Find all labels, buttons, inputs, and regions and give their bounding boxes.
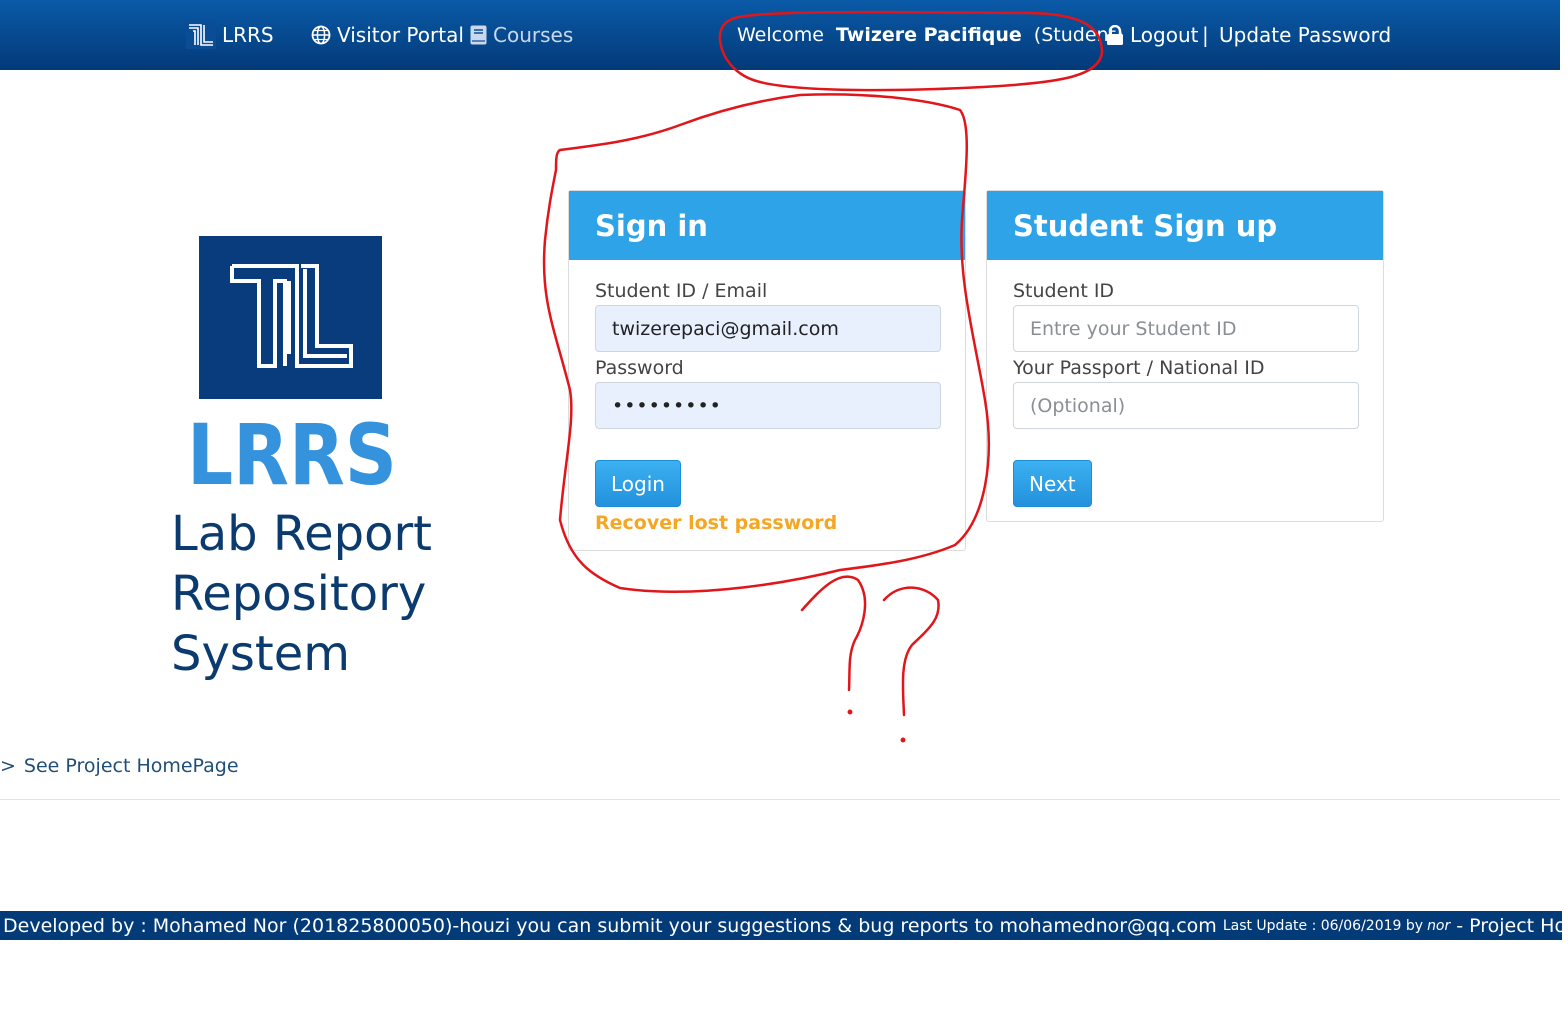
lrrs-monogram-icon	[230, 264, 353, 368]
book-icon	[470, 25, 487, 45]
brand-title-line-1: Lab Report	[171, 506, 432, 562]
recover-password-link[interactable]: Recover lost password	[595, 512, 837, 534]
annotation-question-dot-2	[900, 737, 906, 743]
project-homepage-label: See Project HomePage	[23, 755, 239, 777]
nav-visitor-portal[interactable]: Visitor Portal	[311, 0, 464, 70]
next-button[interactable]: Next	[1013, 460, 1092, 507]
nav-separator: |	[1202, 23, 1209, 47]
signup-passport-input[interactable]	[1013, 382, 1359, 429]
footer-bar: Developed by : Mohamed Nor (201825800050…	[0, 911, 1562, 940]
brand-title: Lab Report Repository System	[171, 504, 471, 684]
signup-id-input[interactable]	[1013, 305, 1359, 352]
signup-id-label: Student ID	[1013, 280, 1115, 302]
welcome-text: Welcome	[737, 24, 824, 46]
nav-update-password-label: Update Password	[1219, 23, 1392, 47]
brand-title-line-2: Repository	[171, 566, 427, 622]
signin-title: Sign in	[569, 191, 965, 260]
lrrs-logo	[199, 236, 382, 399]
project-homepage-link[interactable]: > See Project HomePage	[0, 752, 239, 780]
lrrs-wordmark: LRRS	[187, 406, 402, 504]
globe-icon	[311, 25, 331, 45]
signin-panel: Sign in Student ID / Email Password ••••…	[568, 190, 966, 551]
footer-dash: -	[1456, 914, 1464, 937]
nav-courses[interactable]: Courses	[470, 0, 573, 70]
lrrs-wordmark-text: LRRS	[187, 408, 397, 494]
welcome-message: Welcome Twizere Pacifique (Student)	[737, 0, 1123, 70]
lock-icon	[1107, 24, 1123, 45]
footer-developed-by: Developed by : Mohamed Nor (201825800050…	[3, 914, 1217, 937]
annotation-question-mark-1	[800, 575, 867, 692]
divider	[0, 799, 1560, 800]
annotation-question-mark-2	[882, 586, 940, 717]
lrrs-wordmark-graphic: LRRS	[187, 406, 397, 504]
signup-passport-label: Your Passport / National ID	[1013, 357, 1265, 379]
top-navbar: LRRS Visitor Portal Courses Welcome Twiz…	[0, 0, 1560, 70]
nav-logout[interactable]: Logout	[1106, 0, 1198, 70]
footer-last-update: Last Update : 06/06/2019 by	[1222, 917, 1424, 934]
nav-courses-label: Courses	[493, 23, 574, 47]
nav-brand-link[interactable]: LRRS	[186, 0, 274, 70]
footer-project-home-link[interactable]: Project Home Page	[1469, 915, 1562, 937]
signin-id-label: Student ID / Email	[595, 280, 768, 302]
signin-id-input[interactable]	[595, 305, 941, 352]
login-button[interactable]: Login	[595, 460, 681, 507]
nav-update-password[interactable]: Update Password	[1219, 0, 1391, 70]
signin-password-label: Password	[595, 357, 684, 379]
signin-password-input[interactable]: •••••••••	[595, 382, 941, 429]
brand-title-line-3: System	[171, 626, 350, 682]
nav-logout-label: Logout	[1130, 23, 1199, 47]
nav-brand-text: LRRS	[222, 23, 274, 47]
lrrs-logo-icon	[186, 21, 216, 49]
footer-author: nor	[1427, 917, 1451, 934]
annotation-question-dot-1	[847, 709, 853, 715]
signup-panel: Student Sign up Student ID Your Passport…	[986, 190, 1384, 522]
chevron-right-icon: >	[0, 755, 16, 777]
user-name: Twizere Pacifique	[835, 24, 1022, 46]
signup-title: Student Sign up	[987, 191, 1383, 260]
nav-visitor-portal-label: Visitor Portal	[337, 23, 464, 47]
